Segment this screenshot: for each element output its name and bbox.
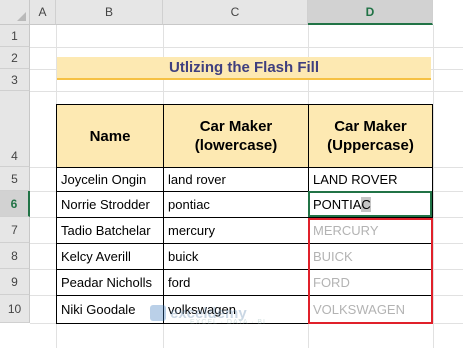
column-header-d[interactable]: D [308,0,433,25]
flash-fill-suggestion: C [361,197,371,212]
row-header-10[interactable]: 10 [0,295,30,323]
cell-lowercase[interactable]: land rover [163,167,309,192]
column-header-a[interactable]: A [30,0,56,25]
cell-name[interactable]: Peadar Nicholls [56,269,164,296]
cell-name[interactable]: Tadio Batchelar [56,217,164,244]
header-name[interactable]: Name [56,104,164,168]
cell-lowercase[interactable]: mercury [163,217,309,244]
header-car-maker-lowercase[interactable]: Car Maker (lowercase) [163,104,309,168]
cell-lowercase[interactable]: volkswagen [163,295,309,324]
row-header-1[interactable]: 1 [0,25,30,47]
cell-uppercase[interactable]: LAND ROVER [308,167,433,192]
gridline [30,47,463,48]
sheet-title[interactable]: Utlizing the Flash Fill [57,57,431,80]
gridline [30,91,463,92]
select-all-corner[interactable] [0,0,30,25]
row-header-7[interactable]: 7 [0,217,30,243]
column-header-b[interactable]: B [56,0,163,25]
spreadsheet: A B C D 1 2 3 4 5 6 7 8 9 10 Utlizing th… [0,0,463,348]
row-header-2[interactable]: 2 [0,47,30,69]
select-all-triangle-icon [17,12,26,21]
row-header-8[interactable]: 8 [0,243,30,269]
row-header-4[interactable]: 4 [0,91,30,167]
header-car-maker-uppercase[interactable]: Car Maker (Uppercase) [308,104,433,168]
gridline [433,25,434,348]
row-header-5[interactable]: 5 [0,167,30,191]
row-header-3[interactable]: 3 [0,69,30,91]
column-header-c[interactable]: C [163,0,308,25]
row-header-9[interactable]: 9 [0,269,30,295]
cell-name[interactable]: Kelcy Averill [56,243,164,270]
cell-name[interactable]: Niki Goodale [56,295,164,324]
cell-uppercase-preview[interactable]: VOLKSWAGEN [308,295,433,324]
typed-text: PONTIA [313,197,362,212]
cell-uppercase-active[interactable]: PONTIA C [308,191,433,218]
row-header-6[interactable]: 6 [0,191,30,217]
cell-name[interactable]: Joycelin Ongin [56,167,164,192]
cell-lowercase[interactable]: pontiac [163,191,309,218]
cell-uppercase-preview[interactable]: MERCURY [308,217,433,244]
cell-lowercase[interactable]: buick [163,243,309,270]
cell-uppercase-preview[interactable]: FORD [308,269,433,296]
cell-name[interactable]: Norrie Strodder [56,191,164,218]
cell-uppercase-preview[interactable]: BUICK [308,243,433,270]
cell-lowercase[interactable]: ford [163,269,309,296]
